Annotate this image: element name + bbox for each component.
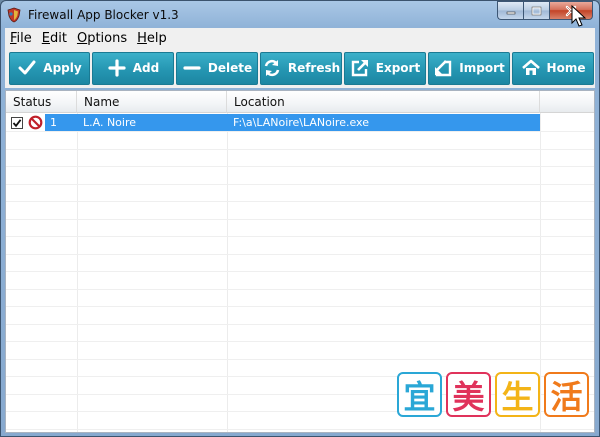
menu-bar: File Edit Options Help: [5, 28, 595, 48]
grid-line: [6, 166, 594, 167]
block-icon: [28, 115, 43, 133]
row-checkbox[interactable]: [11, 117, 23, 129]
menu-options-label: ptions: [87, 30, 128, 46]
delete-label: Delete: [207, 61, 253, 75]
minimize-icon: [506, 11, 515, 14]
menu-file-label: ile: [16, 30, 32, 46]
menu-options-mnemonic: O: [76, 30, 88, 46]
menu-edit-label: dit: [50, 30, 67, 46]
import-button[interactable]: Import: [428, 51, 510, 85]
menu-options[interactable]: Options: [72, 31, 132, 46]
checkmark-icon: [17, 58, 37, 78]
title-bar[interactable]: Firewall App Blocker v1.3: [1, 1, 599, 28]
grid-line: [6, 271, 594, 272]
import-label: Import: [459, 61, 505, 75]
row-name: L.A. Noire: [77, 114, 227, 131]
grid-line: [6, 288, 594, 290]
plus-icon: [107, 58, 127, 78]
import-icon: [433, 58, 453, 78]
grid-line: [6, 323, 594, 325]
refresh-icon: [262, 58, 282, 78]
add-label: Add: [132, 61, 160, 75]
grid-line: [6, 131, 594, 132]
grid-line: [6, 306, 594, 307]
toolbar: Apply Add Delete Refresh Export Import H…: [5, 48, 595, 88]
grid-line: [6, 218, 594, 220]
menu-help-label: elp: [146, 30, 167, 46]
maximize-icon: [531, 6, 542, 15]
app-window: Firewall App Blocker v1.3 File Edit Opti…: [0, 0, 600, 437]
checkmark-icon: [12, 119, 22, 128]
menu-edit[interactable]: Edit: [37, 31, 72, 46]
menu-help[interactable]: Help: [132, 31, 172, 46]
maximize-button[interactable]: [523, 1, 549, 20]
home-button[interactable]: Home: [512, 51, 594, 85]
mouse-cursor-icon: [571, 5, 587, 27]
grid-line: [6, 341, 594, 342]
app-shield-icon: [6, 7, 22, 23]
add-button[interactable]: Add: [92, 51, 174, 85]
refresh-button[interactable]: Refresh: [260, 51, 342, 85]
watermark-char: 活: [544, 372, 589, 417]
column-header-name[interactable]: Name: [77, 91, 227, 113]
minimize-button[interactable]: [497, 1, 523, 20]
grid-line: [6, 253, 594, 255]
watermark-logo: 宜 美 生 活: [397, 372, 589, 417]
grid-line: [6, 358, 594, 360]
menu-help-mnemonic: H: [137, 30, 147, 46]
column-header-location[interactable]: Location: [227, 91, 540, 113]
grid-line: [227, 113, 228, 432]
export-icon: [350, 58, 370, 78]
home-label: Home: [546, 61, 586, 75]
row-location: F:\a\LANoire\LANoire.exe: [227, 114, 540, 131]
refresh-label: Refresh: [287, 61, 341, 75]
table-row[interactable]: 1 L.A. Noire F:\a\LANoire\LANoire.exe: [6, 114, 594, 131]
watermark-char: 宜: [397, 372, 442, 417]
menu-file[interactable]: File: [5, 31, 37, 46]
grid-line: [77, 113, 78, 432]
watermark-char: 生: [495, 372, 540, 417]
grid-line: [6, 183, 594, 185]
window-title: Firewall App Blocker v1.3: [28, 7, 179, 22]
export-label: Export: [375, 61, 421, 75]
grid-line: [6, 428, 594, 430]
home-icon: [521, 58, 541, 78]
grid-line: [6, 148, 594, 150]
grid-line: [6, 201, 594, 202]
minus-icon: [182, 58, 202, 78]
watermark-char: 美: [446, 372, 491, 417]
row-index: 1: [45, 114, 77, 131]
grid-line: [6, 236, 594, 237]
apply-label: Apply: [43, 61, 82, 75]
apply-button[interactable]: Apply: [9, 51, 90, 85]
column-header-status[interactable]: Status: [6, 91, 77, 113]
delete-button[interactable]: Delete: [176, 51, 258, 85]
menu-edit-mnemonic: E: [41, 30, 50, 46]
list-header: Status Name Location: [6, 91, 594, 113]
export-button[interactable]: Export: [344, 51, 426, 85]
